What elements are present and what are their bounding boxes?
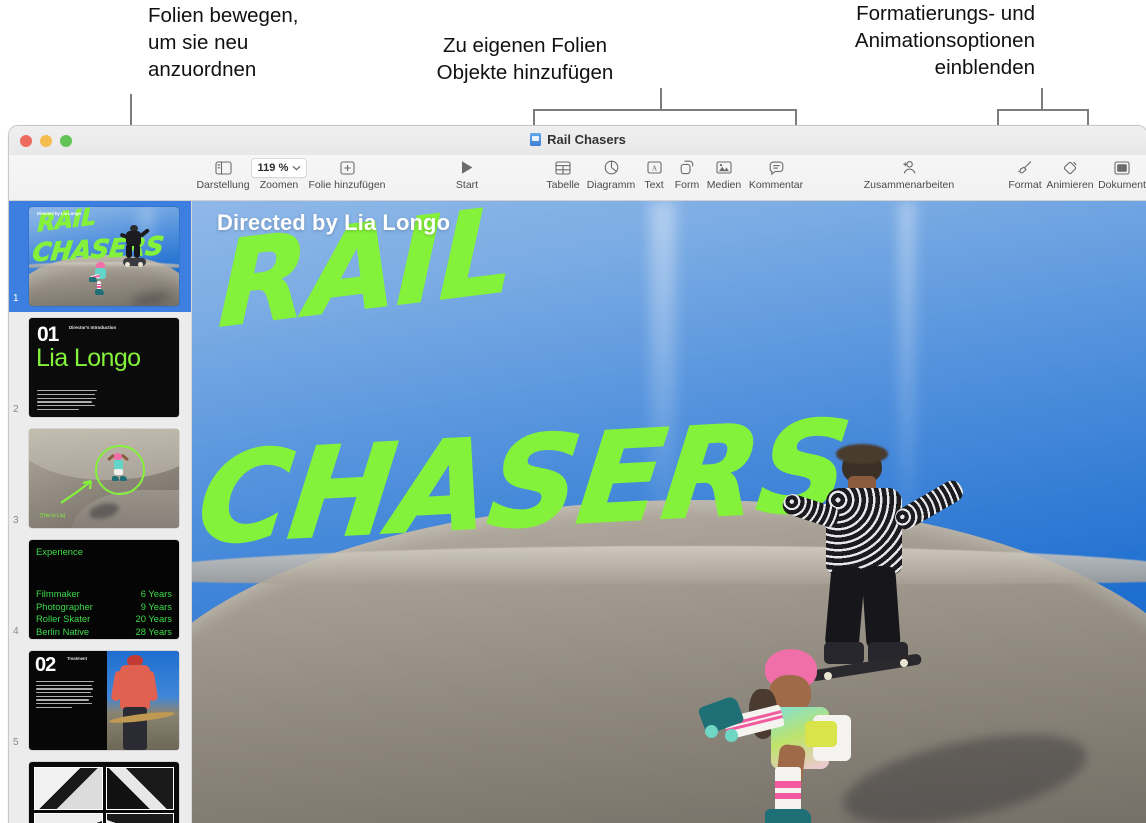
current-slide[interactable]: Directed by Lia Longo RAIL CHASERS <box>192 201 1146 823</box>
leader-line-move <box>130 94 132 126</box>
toolbar-collaborate-label: Zusammenarbeiten <box>863 179 955 191</box>
slide-number: 5 <box>13 737 19 748</box>
zoom-value-box: 119 % <box>251 157 307 178</box>
slide-title-text[interactable]: Directed by Lia Longo <box>217 210 450 236</box>
comment-bubble-icon <box>769 158 784 177</box>
document-panel-icon <box>1114 158 1130 177</box>
toolbar-play-button[interactable]: Start <box>431 158 503 192</box>
play-triangle-icon <box>460 158 474 177</box>
chevron-down-icon <box>292 165 300 170</box>
row-value: 6 Years <box>140 588 172 599</box>
toolbar-document-label: Dokument <box>1098 179 1146 191</box>
diamond-animate-icon <box>1062 158 1078 177</box>
slide-thumbnail-1[interactable]: 1 RAIL CHASERS Directed by Lia Longo <box>9 201 191 312</box>
thumb-big-number: 01 <box>37 323 59 346</box>
window-body: 1 RAIL CHASERS Directed by Lia Longo 2 0… <box>9 201 1146 823</box>
keynote-document-icon <box>530 133 542 146</box>
thumb-table-row: Filmmaker 6 Years <box>36 588 172 601</box>
toolbar-comment-button[interactable]: Kommentar <box>740 158 812 192</box>
slide-thumbnail-2[interactable]: 2 01 Director's Introduction Lia Longo <box>9 312 191 423</box>
toolbar-document-button[interactable]: Dokument <box>1086 158 1146 192</box>
slide-thumbnail-3[interactable]: 3 (This is Lia) <box>9 423 191 534</box>
row-label: Filmmaker <box>36 588 80 599</box>
callout-format-options: Formatierungs- und Animationsoptionen ei… <box>854 2 1035 79</box>
row-label: Photographer <box>36 600 93 612</box>
table-grid-icon <box>555 158 571 177</box>
thumb-table-heading: Experience <box>36 546 83 557</box>
row-value: 20 Years <box>135 613 173 625</box>
plus-square-icon <box>339 158 355 177</box>
thumbnail-image: 02 Treatment <box>29 651 179 750</box>
toolbar-zoom-control[interactable]: 119 % Zoomen <box>243 157 315 192</box>
leader-line-add-stem <box>660 88 662 110</box>
document-title-text: Rail Chasers <box>547 132 626 147</box>
toolbar-play-label: Start <box>455 179 479 191</box>
slide-thumbnail-4[interactable]: 4 Experience Filmmaker 6 Years Photograp… <box>9 534 191 645</box>
toolbar-comment-label: Kommentar <box>748 179 804 191</box>
keynote-window: Rail Chasers Darstellung 119 % Zoomen Fo… <box>8 125 1146 823</box>
thumb-name: Lia Longo <box>36 344 141 372</box>
slide-thumbnail-5[interactable]: 5 02 Treatment <box>9 645 191 756</box>
row-label: Roller Skater <box>36 613 91 625</box>
paintbrush-icon <box>1017 158 1033 177</box>
pie-chart-icon <box>604 158 619 177</box>
slide-number: 3 <box>13 515 19 526</box>
document-title: Rail Chasers <box>9 132 1146 147</box>
row-value: 28 Years <box>135 626 173 638</box>
slide-number: 4 <box>13 626 19 637</box>
slide-navigator[interactable]: 1 RAIL CHASERS Directed by Lia Longo 2 0… <box>9 201 192 823</box>
title-bar: Rail Chasers <box>9 126 1146 155</box>
leader-line-format-stem <box>1041 88 1043 110</box>
thumb-eyebrow: Director's Introduction <box>69 325 117 330</box>
row-label: Berlin Native <box>36 626 90 638</box>
person-add-icon <box>901 158 918 177</box>
skater-sitting <box>697 648 897 823</box>
thumb-eyebrow: Treatment <box>67 656 88 661</box>
thumbnail-image: (This is Lia) <box>29 429 179 528</box>
zoom-popup-button[interactable]: 119 % <box>251 157 307 178</box>
callout-move-slides: Folien bewegen, um sie neu anzuordnen <box>148 4 299 81</box>
sidebar-panel-icon <box>214 158 232 177</box>
slide-canvas[interactable]: Directed by Lia Longo RAIL CHASERS <box>192 201 1146 823</box>
thumb-table-row: Photographer 9 Years <box>36 601 172 614</box>
thumb-annotation: (This is Lia) <box>39 513 66 520</box>
toolbar: Darstellung 119 % Zoomen Folie hinzufüge… <box>9 155 1146 201</box>
photo-icon <box>716 158 732 177</box>
toolbar-add-slide-label: Folie hinzufügen <box>308 179 386 191</box>
toolbar-media-label: Medien <box>706 179 742 191</box>
toolbar-zoom-label: Zoomen <box>259 179 299 191</box>
slide-thumbnail-6[interactable]: 6 <box>9 756 191 823</box>
zoom-level-value: 119 % <box>257 161 289 174</box>
thumbnail-image: RAIL CHASERS Directed by Lia Longo <box>29 207 179 306</box>
thumb-table-row: Roller Skater 20 Years <box>36 613 172 626</box>
row-value: 9 Years <box>140 600 172 612</box>
thumbnail-image: Experience Filmmaker 6 Years Photographe… <box>29 540 179 639</box>
slide-number: 1 <box>13 293 19 304</box>
thumb-slide-title: Directed by Lia Longo <box>37 211 81 216</box>
slide-number: 2 <box>13 404 19 415</box>
toolbar-view-label: Darstellung <box>196 179 250 191</box>
thumbnail-image: 01 Director's Introduction Lia Longo <box>29 318 179 417</box>
thumbnail-image <box>29 762 179 823</box>
toolbar-add-slide-button[interactable]: Folie hinzufügen <box>308 158 386 192</box>
thumb-table-row: Berlin Native 28 Years <box>36 626 172 639</box>
thumb-arrow-icon <box>60 479 93 504</box>
toolbar-collaborate-button[interactable]: Zusammenarbeiten <box>849 158 969 192</box>
callout-add-objects: Zu eigenen Folien Objekte hinzufügen <box>436 34 614 84</box>
thumb-big-number: 02 <box>35 654 56 676</box>
